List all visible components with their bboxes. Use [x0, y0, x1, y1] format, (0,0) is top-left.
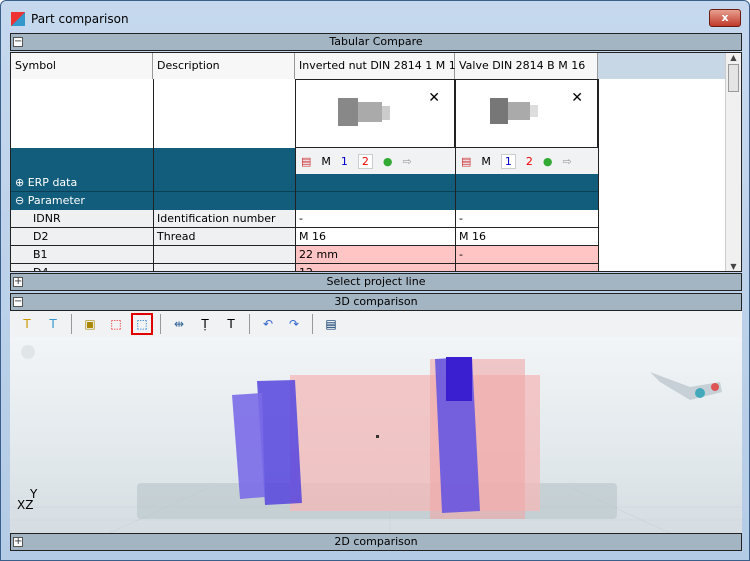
2d-comparison-header[interactable]: + 2D comparison — [10, 533, 742, 551]
part-a-select-icon[interactable]: T — [16, 313, 38, 335]
section-title: Select project line — [326, 275, 426, 288]
axis-x: X — [17, 498, 26, 512]
part-a-controls: ▤ M 1 2 ● ⇨ — [295, 153, 455, 169]
m-button[interactable]: M — [321, 155, 331, 168]
cell-a[interactable]: - — [295, 210, 455, 228]
view-2-button[interactable]: 2 — [357, 153, 373, 169]
expand-icon[interactable]: + — [13, 537, 23, 547]
align-icon[interactable]: ⇹ — [168, 313, 190, 335]
axis-z: Z — [25, 498, 34, 512]
export-icon[interactable]: ⇨ — [563, 155, 572, 168]
cell-description[interactable]: Thread — [153, 228, 295, 246]
difference-a-icon[interactable]: ⬚ — [105, 313, 127, 335]
remove-part-b-icon[interactable]: ✕ — [571, 90, 583, 106]
section-b-icon[interactable]: T — [220, 313, 242, 335]
expand-icon[interactable]: + — [13, 277, 23, 287]
ruler-icon[interactable]: ▤ — [461, 155, 471, 168]
part-b-select-icon[interactable]: T — [42, 313, 64, 335]
part-comparison-window: Part comparison x − Tabular Compare Symb… — [0, 0, 750, 561]
section-title: 3D comparison — [334, 295, 418, 308]
column-header-description[interactable]: Description — [153, 53, 295, 79]
scroll-up-icon[interactable]: ▲ — [726, 53, 741, 62]
column-header-part-b[interactable]: Valve DIN 2814 B M 16 — [455, 53, 598, 79]
cell-symbol[interactable]: D4 — [11, 264, 153, 271]
remove-part-a-icon[interactable]: ✕ — [428, 90, 440, 106]
scroll-down-icon[interactable]: ▼ — [726, 262, 741, 271]
cell-b[interactable] — [455, 264, 598, 271]
export-icon[interactable]: ⇨ — [403, 155, 412, 168]
3d-toolbar: T T ▣ ⬚ ⬚ ⇹ Ṭ T ↶ ↷ ▤ — [10, 311, 742, 337]
tabular-compare-header[interactable]: − Tabular Compare — [10, 33, 742, 51]
cell-symbol[interactable]: D2 — [11, 228, 153, 246]
part-b-controls: ▤ M 1 2 ● ⇨ — [455, 153, 598, 169]
group-parameter[interactable]: ⊖ Parameter — [11, 192, 598, 210]
section-title: Tabular Compare — [329, 35, 423, 48]
tools-icon[interactable]: ● — [383, 155, 393, 168]
axis-indicator: Y XZ — [17, 488, 37, 512]
app-icon — [11, 12, 25, 26]
title-bar: Part comparison — [11, 10, 129, 28]
m-button[interactable]: M — [481, 155, 491, 168]
view-2-button[interactable]: 2 — [526, 155, 533, 168]
window-title: Part comparison — [31, 12, 129, 26]
undo-icon[interactable]: ↶ — [257, 313, 279, 335]
cell-description[interactable]: Identification number — [153, 210, 295, 228]
expand-icon[interactable]: ⊕ — [15, 176, 24, 189]
section-a-icon[interactable]: Ṭ — [194, 313, 216, 335]
group-erp-data[interactable]: ⊕ ERP data — [11, 174, 598, 192]
redo-icon[interactable]: ↷ — [283, 313, 305, 335]
collapse-icon[interactable]: − — [13, 37, 23, 47]
part-a-thumbnail[interactable]: ✕ — [295, 79, 455, 148]
tools-icon[interactable]: ● — [543, 155, 553, 168]
section-title: 2D comparison — [334, 535, 418, 548]
group-label: Parameter — [27, 194, 85, 207]
difference-b-icon[interactable]: ⬚ — [131, 313, 153, 335]
select-project-line-header[interactable]: + Select project line — [10, 273, 742, 291]
view-1-button[interactable]: 1 — [341, 155, 348, 168]
cell-b[interactable]: M 16 — [455, 228, 598, 246]
cell-description[interactable] — [153, 264, 295, 271]
cell-symbol[interactable]: B1 — [11, 246, 153, 264]
3d-comparison-header[interactable]: − 3D comparison — [10, 293, 742, 311]
part-b-thumbnail[interactable]: ✕ — [455, 79, 598, 148]
table-scrollbar[interactable]: ▲ ▼ — [725, 53, 741, 271]
cell-b[interactable]: - — [455, 246, 598, 264]
ruler-icon[interactable]: ▤ — [301, 155, 311, 168]
column-header-symbol[interactable]: Symbol — [11, 53, 153, 79]
cell-symbol[interactable]: IDNR — [11, 210, 153, 228]
overlay-icon[interactable]: ▣ — [79, 313, 101, 335]
screen-icon[interactable]: ▤ — [320, 313, 342, 335]
cell-a[interactable]: 12 — [295, 264, 455, 271]
close-button[interactable]: x — [709, 9, 741, 27]
3d-model-view — [10, 345, 742, 533]
scroll-thumb[interactable] — [728, 64, 739, 92]
cell-description[interactable] — [153, 246, 295, 264]
cell-a[interactable]: 22 mm — [295, 246, 455, 264]
collapse-icon[interactable]: − — [13, 297, 23, 307]
cell-b[interactable]: - — [455, 210, 598, 228]
collapse-icon[interactable]: ⊖ — [15, 194, 24, 207]
3d-viewport[interactable]: Y XZ — [10, 337, 742, 533]
column-header-part-a[interactable]: Inverted nut DIN 2814 1 M 16 — [295, 53, 463, 79]
group-label: ERP data — [27, 176, 78, 189]
view-1-button[interactable]: 1 — [500, 153, 516, 169]
3d-glasses-icon[interactable] — [650, 372, 722, 400]
view-cube-icon[interactable] — [21, 345, 35, 359]
comparison-table: Symbol Description Inverted nut DIN 2814… — [10, 52, 742, 272]
cell-a[interactable]: M 16 — [295, 228, 455, 246]
